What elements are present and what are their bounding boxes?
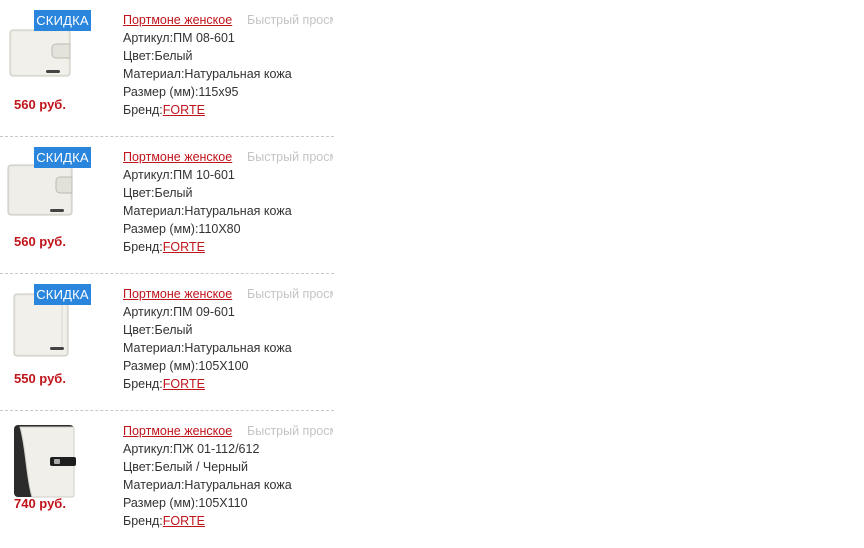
material-value: Натуральная кожа xyxy=(184,341,292,355)
article-label: Артикул: xyxy=(123,305,174,319)
brand-link[interactable]: FORTE xyxy=(163,240,205,254)
product-title-link[interactable]: Портмоне женское xyxy=(123,150,232,164)
product-item: СКИДКА 550 руб. Портмоне женское Артикул… xyxy=(0,274,334,411)
material-value: Натуральная кожа xyxy=(184,67,292,81)
discount-badge: СКИДКА xyxy=(34,284,91,305)
article-value: ПМ 09-601 xyxy=(173,305,235,319)
material-label: Материал: xyxy=(123,478,185,492)
size-label: Размер (мм): xyxy=(123,359,199,373)
material-value: Натуральная кожа xyxy=(184,478,292,492)
material-label: Материал: xyxy=(123,67,185,81)
product-item: СКИДКА 560 руб. Портмоне женское Артикул… xyxy=(0,137,334,274)
color-value: Белый / Черный xyxy=(154,460,249,474)
article-label: Артикул: xyxy=(123,442,174,456)
product-image[interactable] xyxy=(0,423,92,505)
color-label: Цвет: xyxy=(123,186,155,200)
product-price: 550 руб. xyxy=(14,371,66,386)
product-title-link[interactable]: Портмоне женское xyxy=(123,424,232,438)
brand-link[interactable]: FORTE xyxy=(163,377,205,391)
product-item: СКИДКА 560 руб. Портмоне женское Артикул… xyxy=(0,0,334,137)
brand-link[interactable]: FORTE xyxy=(163,103,205,117)
brand-label: Бренд: xyxy=(123,377,163,391)
size-label: Размер (мм): xyxy=(123,222,199,236)
brand-label: Бренд: xyxy=(123,103,163,117)
article-label: Артикул: xyxy=(123,31,174,45)
brand-link[interactable]: FORTE xyxy=(163,514,205,528)
product-title-link[interactable]: Портмоне женское xyxy=(123,13,232,27)
brand-label: Бренд: xyxy=(123,240,163,254)
quick-view-link[interactable]: Быстрый просмотр xyxy=(247,11,333,29)
color-label: Цвет: xyxy=(123,49,155,63)
color-label: Цвет: xyxy=(123,323,155,337)
product-title-link[interactable]: Портмоне женское xyxy=(123,287,232,301)
color-value: Белый xyxy=(154,323,193,337)
color-value: Белый xyxy=(154,186,193,200)
size-value: 105X110 xyxy=(198,496,248,510)
material-label: Материал: xyxy=(123,204,185,218)
discount-badge: СКИДКА xyxy=(34,10,91,31)
article-value: ПМ 10-601 xyxy=(173,168,235,182)
material-value: Натуральная кожа xyxy=(184,204,292,218)
article-value: ПЖ 01-112/612 xyxy=(173,442,260,456)
color-label: Цвет: xyxy=(123,460,155,474)
quick-view-link[interactable]: Быстрый просмотр xyxy=(247,148,333,166)
product-price: 740 руб. xyxy=(14,496,66,511)
material-label: Материал: xyxy=(123,341,185,355)
brand-label: Бренд: xyxy=(123,514,163,528)
product-price: 560 руб. xyxy=(14,234,66,249)
color-value: Белый xyxy=(154,49,193,63)
size-value: 105X100 xyxy=(198,359,249,373)
product-list: СКИДКА 560 руб. Портмоне женское Артикул… xyxy=(0,0,334,548)
article-value: ПМ 08-601 xyxy=(173,31,235,45)
product-price: 560 руб. xyxy=(14,97,66,112)
size-label: Размер (мм): xyxy=(123,496,199,510)
article-label: Артикул: xyxy=(123,168,174,182)
quick-view-link[interactable]: Быстрый просмотр xyxy=(247,285,333,303)
discount-badge: СКИДКА xyxy=(34,147,91,168)
size-label: Размер (мм): xyxy=(123,85,199,99)
quick-view-link[interactable]: Быстрый просмотр xyxy=(247,422,333,440)
size-value: 115x95 xyxy=(198,85,239,99)
wallet-black-white-icon xyxy=(14,425,76,498)
product-item: 740 руб. Портмоне женское Артикул:ПЖ 01-… xyxy=(0,411,334,548)
size-value: 110X80 xyxy=(198,222,241,236)
